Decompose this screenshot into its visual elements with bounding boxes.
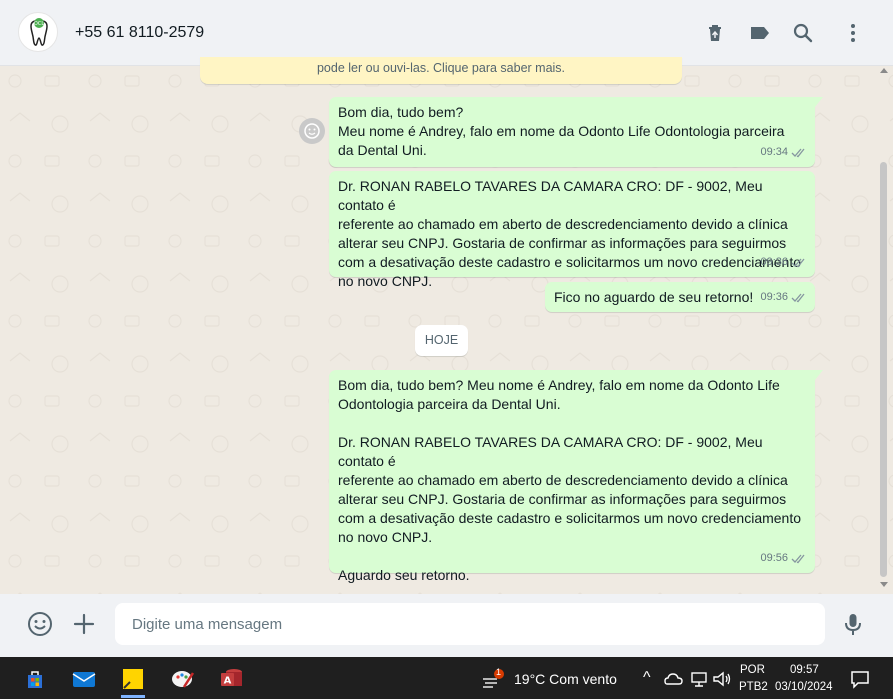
message-time: 09:56 (760, 552, 788, 564)
contact-name[interactable]: +55 61 8110-2579 (75, 24, 204, 42)
network-icon[interactable] (689, 670, 709, 688)
message-time: 09:34 (760, 146, 788, 158)
tooth-logo-icon: OCL (30, 18, 48, 46)
read-ticks-icon (791, 554, 805, 564)
attach-plus-icon[interactable] (71, 611, 97, 637)
reaction-button[interactable] (299, 118, 325, 144)
volume-icon[interactable] (712, 670, 732, 688)
weather-badge: 1 (496, 667, 502, 677)
input-language[interactable]: POR (740, 664, 765, 676)
clock-time[interactable]: 09:57 (790, 664, 819, 676)
message-text: Dr. RONAN RABELO TAVARES DA CAMARA CRO: … (338, 178, 802, 289)
read-ticks-icon (791, 293, 805, 303)
emoji-icon (304, 123, 320, 139)
message-meta: 09:36 (760, 253, 807, 272)
scroll-up-arrow[interactable] (880, 68, 888, 73)
encryption-notice[interactable]: pode ler ou ouvi-las. Clique para saber … (200, 57, 682, 84)
message-bubble[interactable]: Bom dia, tudo bem? Meu nome é Andrey, fa… (329, 97, 823, 167)
store-icon[interactable] (23, 667, 47, 691)
message-time: 09:36 (760, 256, 788, 268)
show-hidden-icons-chevron-icon[interactable]: ^ (643, 669, 651, 687)
delete-icon[interactable] (703, 21, 727, 45)
mail-icon[interactable] (72, 667, 96, 691)
message-meta: 09:34 (760, 143, 807, 162)
encryption-notice-text: pode ler ou ouvi-las. Clique para saber … (316, 61, 566, 75)
weather-icon[interactable] (481, 668, 505, 690)
notifications-icon[interactable] (849, 668, 871, 690)
chat-scrollbar[interactable] (880, 162, 887, 577)
scroll-down-arrow[interactable] (880, 582, 888, 587)
sticky-notes-icon[interactable] (121, 667, 145, 691)
menu-icon[interactable] (841, 21, 865, 45)
read-ticks-icon (791, 258, 805, 268)
onedrive-icon[interactable] (664, 670, 684, 688)
microphone-icon[interactable] (840, 611, 866, 637)
weather-text[interactable]: 19°C Com vento (514, 671, 617, 687)
label-icon[interactable] (748, 21, 772, 45)
message-bubble[interactable]: Bom dia, tudo bem? Meu nome é Andrey, fa… (329, 370, 823, 583)
active-app-indicator (121, 695, 145, 698)
svg-text:A: A (224, 676, 232, 687)
message-bubble[interactable]: Fico no aguardo de seu retorno! 09:36 (545, 282, 815, 312)
emoji-icon[interactable] (27, 611, 53, 637)
message-text: Bom dia, tudo bem? Meu nome é Andrey, fa… (338, 377, 802, 583)
keyboard-layout[interactable]: PTB2 (739, 681, 768, 693)
message-input-placeholder: Digite uma mensagem (132, 616, 283, 633)
contact-avatar[interactable]: OCL (18, 12, 58, 52)
svg-text:OCL: OCL (34, 21, 44, 27)
search-icon[interactable] (791, 21, 815, 45)
message-meta: 09:56 (760, 549, 807, 568)
message-text: Bom dia, tudo bem? Meu nome é Andrey, fa… (338, 104, 785, 158)
message-time: 09:36 (760, 291, 788, 303)
message-meta: 09:36 (760, 288, 807, 307)
access-icon[interactable]: A (220, 667, 244, 691)
date-divider: HOJE (415, 325, 468, 356)
clock-date[interactable]: 03/10/2024 (775, 681, 833, 693)
read-ticks-icon (791, 148, 805, 158)
paint-icon[interactable] (171, 667, 195, 691)
message-input[interactable]: Digite uma mensagem (115, 603, 825, 645)
message-bubble[interactable]: Dr. RONAN RABELO TAVARES DA CAMARA CRO: … (329, 171, 815, 289)
